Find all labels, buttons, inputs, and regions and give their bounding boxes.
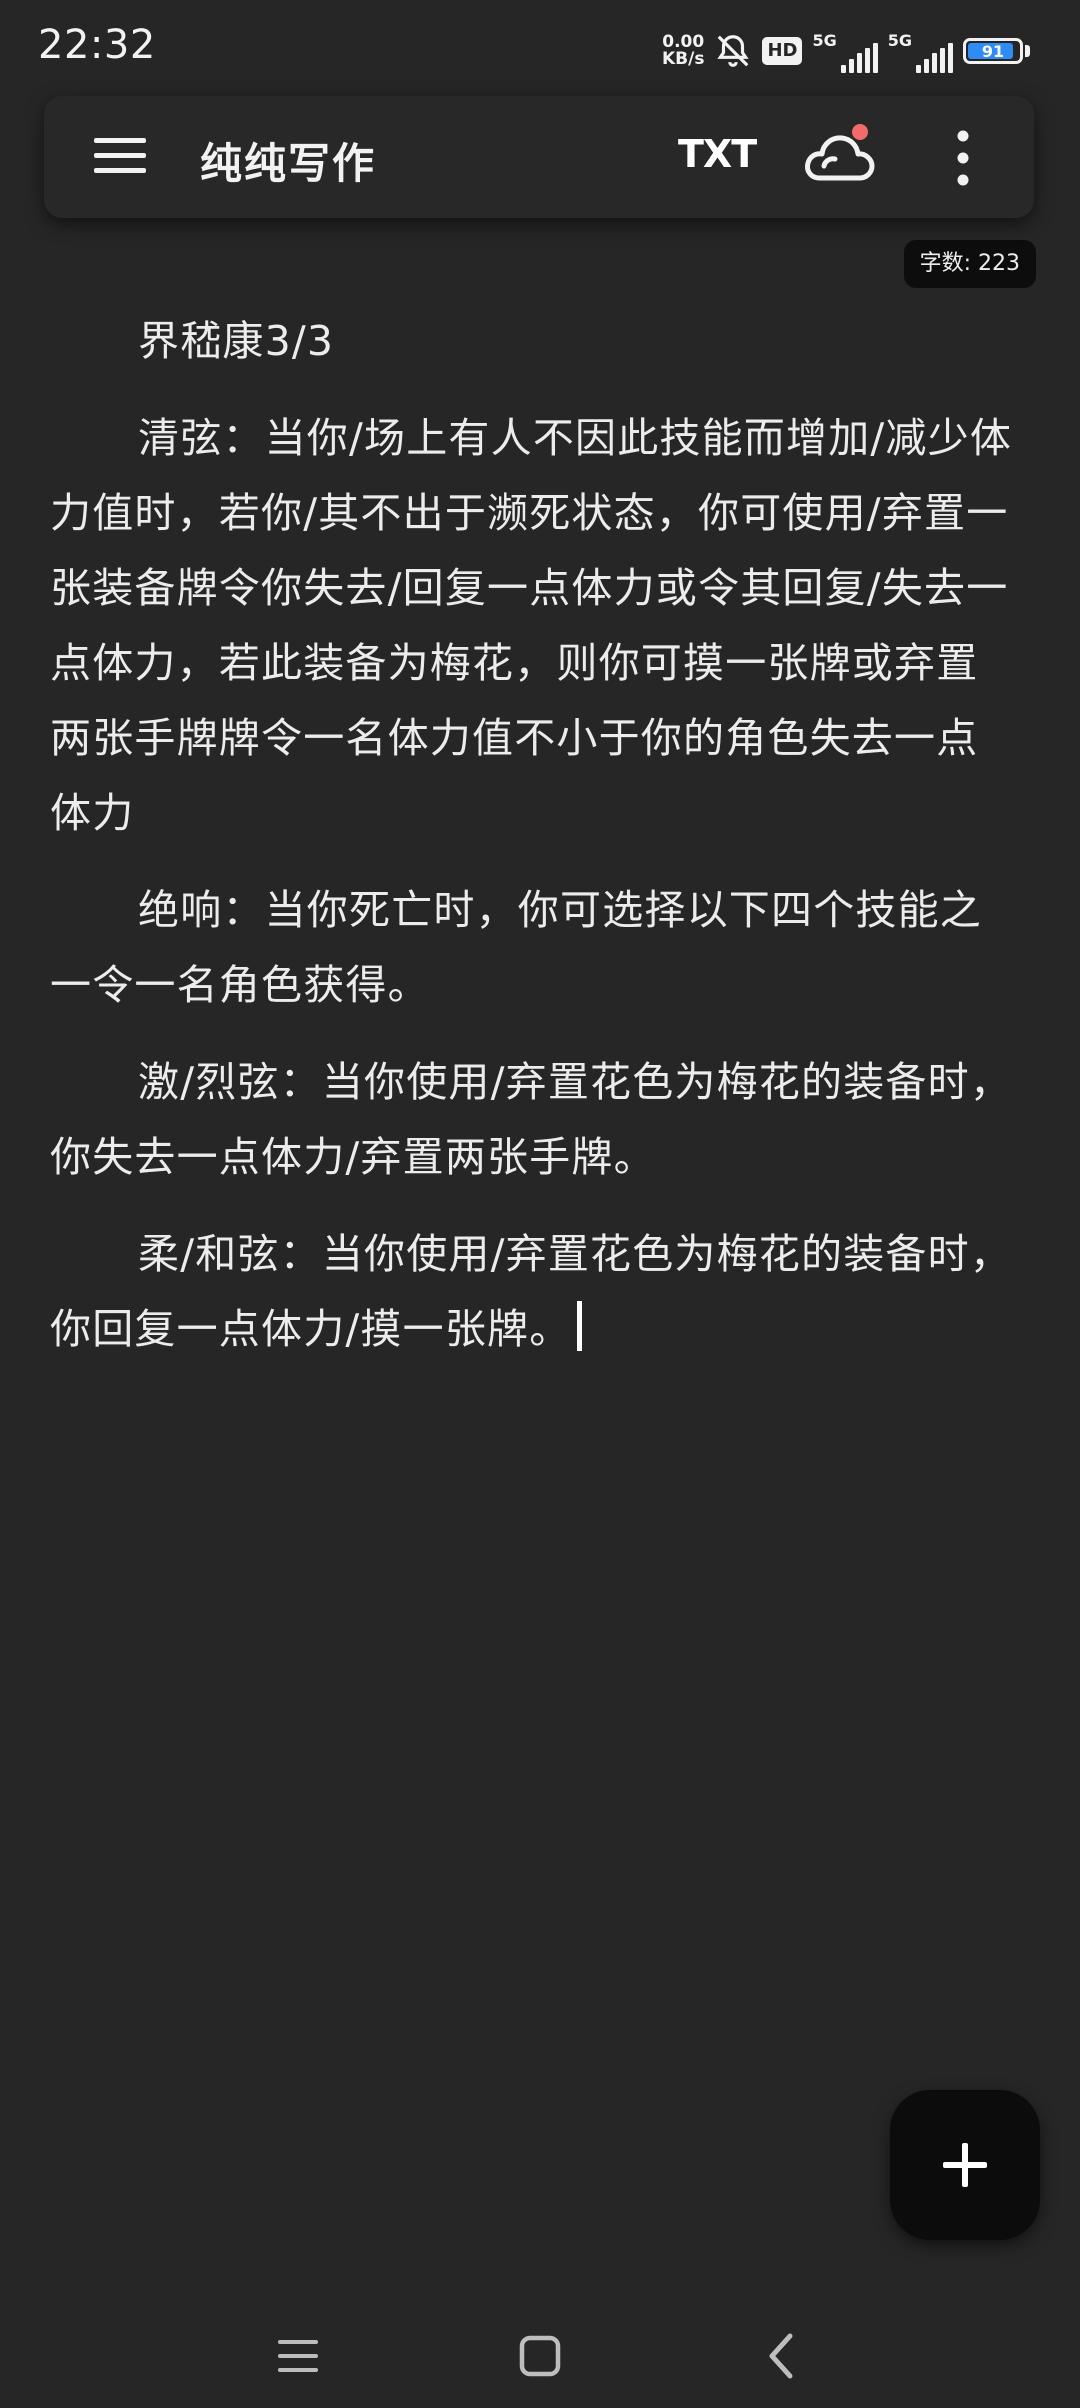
network-speed-unit: KB/s [661, 49, 705, 69]
paragraph[interactable]: 激/烈弦：当你使用/弃置花色为梅花的装备时，你失去一点体力/弃置两张手牌。 [50, 1045, 1020, 1195]
signal-2-label: 5G [887, 31, 912, 50]
hamburger-menu-icon[interactable] [94, 134, 146, 178]
bell-muted-icon [717, 35, 750, 67]
paragraph[interactable]: 绝响：当你死亡时，你可选择以下四个技能之一令一名角色获得。 [50, 873, 1020, 1023]
status-icons: 0.00 KB/s HD 5G 5G 91 [662, 26, 1030, 76]
recents-icon[interactable] [268, 2326, 328, 2386]
plus-icon [943, 2143, 987, 2187]
home-icon[interactable] [510, 2326, 570, 2386]
battery-level: 91 [981, 41, 1005, 61]
signal-strength-1: 5G [812, 29, 878, 73]
signal-strength-2: 5G [888, 29, 953, 73]
top-toolbar: 纯纯写作 TXT [44, 96, 1034, 218]
system-navigation-bar [0, 2300, 1080, 2408]
more-vertical-icon[interactable] [950, 126, 976, 190]
editor-document[interactable]: 界嵇康3/3 清弦：当你/场上有人不因此技能而增加/减少体力值时，若你/其不出于… [50, 304, 1020, 1389]
paragraph-text[interactable]: 柔/和弦：当你使用/弃置花色为梅花的装备时，你回复一点体力/摸一张牌。 [50, 1230, 1012, 1353]
paragraph[interactable]: 清弦：当你/场上有人不因此技能而增加/减少体力值时，若你/其不出于濒死状态，你可… [50, 401, 1020, 851]
word-count-badge: 字数: 223 [903, 240, 1036, 288]
paragraph-last[interactable]: 柔/和弦：当你使用/弃置花色为梅花的装备时，你回复一点体力/摸一张牌。 [50, 1217, 1020, 1367]
add-button[interactable] [890, 2090, 1040, 2240]
app-title: 纯纯写作 [200, 139, 377, 188]
battery-icon: 91 [963, 38, 1030, 64]
cloud-notification-badge [852, 124, 868, 140]
text-cursor [577, 1301, 583, 1351]
network-speed: 0.00 KB/s [662, 34, 704, 68]
cloud-sync-icon[interactable] [802, 122, 878, 192]
back-icon[interactable] [752, 2326, 812, 2386]
signal-bars-icon [840, 43, 878, 73]
paragraph[interactable]: 界嵇康3/3 [50, 304, 1020, 379]
status-bar: 22:32 0.00 KB/s HD 5G 5G 91 [0, 0, 1080, 96]
status-time: 22:32 [38, 22, 156, 68]
txt-export-button[interactable]: TXT [678, 132, 757, 176]
signal-1-label: 5G [812, 31, 837, 50]
signal-bars-icon [916, 43, 953, 73]
hd-badge: HD [762, 37, 803, 65]
